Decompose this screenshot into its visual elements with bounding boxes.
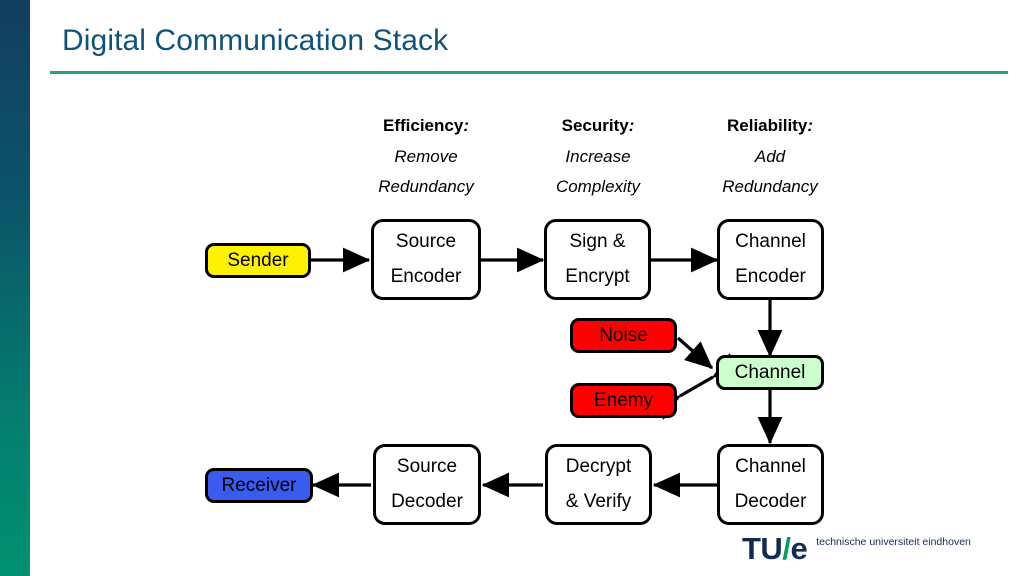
- tue-logo-tu: TU: [742, 531, 783, 566]
- node-sign-encrypt-line2: Encrypt: [565, 266, 630, 287]
- node-source-decoder-line2: Decoder: [391, 491, 463, 512]
- tue-logo: TU/e technische universiteit eindhoven: [742, 533, 971, 564]
- node-channel[interactable]: Channel: [716, 355, 824, 390]
- node-sign-encrypt[interactable]: Sign & Encrypt: [544, 219, 651, 300]
- node-source-decoder-line1: Source: [396, 456, 458, 478]
- column-header-efficiency-colon: :: [463, 116, 469, 135]
- node-sender[interactable]: Sender: [205, 243, 311, 278]
- column-header-efficiency-line1: Remove: [394, 146, 458, 166]
- tue-logo-e: e: [790, 531, 808, 566]
- column-header-reliability-line2: Redundancy: [722, 177, 818, 197]
- node-receiver[interactable]: Receiver: [205, 468, 313, 503]
- column-header-security-line2: Complexity: [555, 177, 641, 197]
- arrow-enemy-channel-bidirectional: [651, 353, 742, 420]
- column-header-security-label: Security: [561, 116, 629, 135]
- node-source-encoder-line1: Source: [395, 231, 457, 253]
- column-header-reliability-label: Reliability: [727, 116, 808, 135]
- node-channel-decoder-line1: Channel: [735, 456, 806, 478]
- node-channel-decoder[interactable]: Channel Decoder: [717, 444, 824, 525]
- node-channel-decoder-line2: Decoder: [734, 491, 807, 512]
- node-decrypt-verify-line1: Decrypt: [565, 456, 632, 478]
- node-source-encoder[interactable]: Source Encoder: [371, 219, 481, 300]
- node-enemy[interactable]: Enemy: [570, 383, 677, 418]
- column-header-reliability-colon: :: [807, 116, 813, 135]
- node-sign-encrypt-line1: Sign &: [569, 231, 626, 253]
- slide: Digital Communication Stack Efficiency: …: [0, 0, 1024, 576]
- column-header-efficiency-line2: Redundancy: [378, 177, 474, 197]
- node-noise-label: Noise: [599, 324, 648, 346]
- arrow-noise-to-channel: [676, 336, 714, 370]
- node-noise[interactable]: Noise: [570, 318, 677, 353]
- communication-stack-diagram: Efficiency: Remove Redundancy Security: …: [0, 0, 1024, 576]
- node-source-encoder-line2: Encoder: [390, 266, 462, 287]
- column-header-efficiency-label: Efficiency: [383, 116, 464, 135]
- node-channel-label: Channel: [734, 361, 806, 383]
- diagram-connectors: [311, 247, 783, 498]
- column-header-efficiency: Efficiency: Remove Redundancy: [352, 111, 500, 203]
- node-sender-label: Sender: [227, 249, 289, 271]
- node-receiver-label: Receiver: [221, 474, 297, 496]
- node-channel-encoder-line2: Encoder: [735, 266, 806, 287]
- node-channel-encoder-line1: Channel: [735, 231, 806, 253]
- tue-wordmark: TU/e: [742, 531, 808, 566]
- column-header-reliability: Reliability: Add Redundancy: [696, 111, 844, 203]
- node-enemy-label: Enemy: [593, 389, 654, 411]
- node-decrypt-verify[interactable]: Decrypt & Verify: [545, 444, 652, 525]
- column-header-reliability-line1: Add: [754, 146, 786, 166]
- node-decrypt-verify-line2: & Verify: [565, 491, 632, 512]
- node-source-decoder[interactable]: Source Decoder: [373, 444, 481, 525]
- node-channel-encoder[interactable]: Channel Encoder: [717, 219, 824, 300]
- column-header-security-colon: :: [628, 116, 635, 135]
- column-header-security-line1: Increase: [565, 146, 631, 166]
- tue-logo-tagline: technische universiteit eindhoven: [816, 536, 971, 548]
- column-header-security: Security: Increase Complexity: [524, 111, 672, 203]
